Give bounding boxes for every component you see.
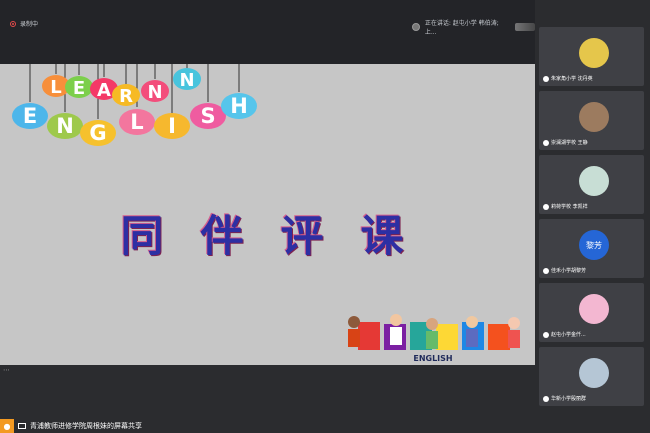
shared-slide: L E A R N N E N G L I S H 同 伴 评 课 ENGLIS… — [0, 64, 535, 365]
participant-name: 华新小学殷丽群 — [551, 396, 587, 402]
letter-l2: L — [130, 110, 143, 134]
participant-avatar — [579, 166, 609, 196]
letter-n-top: N — [147, 82, 162, 103]
more-options-button[interactable]: ⋯ — [3, 366, 14, 374]
illustration-word: ENGLISH — [413, 354, 452, 363]
participant-tile[interactable]: 朱家角小学 沈丹英 — [539, 27, 644, 86]
letter-i: I — [168, 114, 176, 138]
participant-avatar — [579, 294, 609, 324]
participant-name: 佳禾小学胡黎芳 — [551, 268, 587, 274]
participant-tile[interactable]: 莉荷学校 李凯祥 — [539, 155, 644, 214]
participant-tile[interactable]: 崇澜湖学校 王静 — [539, 91, 644, 150]
participant-avatar — [579, 102, 609, 132]
slide-title: 同 伴 评 课 — [120, 212, 415, 262]
participant-avatar: 黎芳 — [579, 230, 609, 260]
microphone-icon — [543, 268, 549, 274]
app-window: 录制中 正在讲话: 赵屯小学 韩伯涛; 上... L E A R N N E N… — [0, 0, 650, 433]
speaker-avatar — [412, 23, 420, 31]
letter-s: S — [200, 104, 215, 128]
participant-name: 朱家角小学 沈丹英 — [551, 76, 593, 82]
screen-share-indicator: ● 青浦教师进修学院周根妹的屏幕共享 — [0, 419, 142, 433]
recording-icon — [10, 20, 16, 27]
participant-name: 赵屯小学金仟... — [551, 332, 586, 338]
english-letter-bunting: L E A R N N E N G L I S H — [12, 64, 257, 146]
letter-l: L — [50, 77, 61, 98]
screen-share-icon — [18, 423, 26, 429]
participant-name: 莉荷学校 李凯祥 — [551, 204, 588, 210]
english-kids-illustration: ENGLISH — [348, 314, 520, 363]
microphone-icon — [543, 204, 549, 210]
letter-g: G — [89, 121, 106, 145]
participant-tile[interactable]: 华新小学殷丽群 — [539, 347, 644, 406]
letter-h: H — [230, 94, 248, 118]
participant-tile[interactable]: 赵屯小学金仟... — [539, 283, 644, 342]
letter-r: R — [119, 86, 133, 107]
top-bar: 录制中 正在讲话: 赵屯小学 韩伯涛; 上... — [0, 0, 536, 64]
recording-indicator: 录制中 — [10, 19, 38, 28]
participant-tile[interactable]: 黎芳 佳禾小学胡黎芳 — [539, 219, 644, 278]
speaking-indicator: 正在讲话: 赵屯小学 韩伯涛; 上... — [412, 18, 536, 36]
letter-e-top: E — [73, 78, 85, 99]
letter-n: N — [56, 114, 74, 138]
recording-label: 录制中 — [20, 21, 39, 28]
screen-share-label: 青浦教师进修学院周根妹的屏幕共享 — [30, 422, 142, 430]
letter-e: E — [23, 104, 37, 128]
participant-avatar — [579, 358, 609, 388]
microphone-icon — [543, 76, 549, 82]
letter-n-small: N — [179, 70, 194, 91]
microphone-icon — [543, 396, 549, 402]
microphone-icon — [543, 140, 549, 146]
user-icon: ● — [0, 419, 14, 433]
participant-avatar — [579, 38, 609, 68]
blurred-name — [515, 23, 536, 31]
microphone-icon — [543, 332, 549, 338]
speaking-label: 正在讲话: 赵屯小学 韩伯涛; 上... — [424, 20, 499, 36]
participant-sidebar: 朱家角小学 沈丹英 崇澜湖学校 王静 莉荷学校 李凯祥 黎芳 佳禾小学胡黎芳 赵… — [535, 0, 650, 433]
letter-a: A — [97, 80, 111, 101]
participant-name: 崇澜湖学校 王静 — [551, 140, 588, 146]
